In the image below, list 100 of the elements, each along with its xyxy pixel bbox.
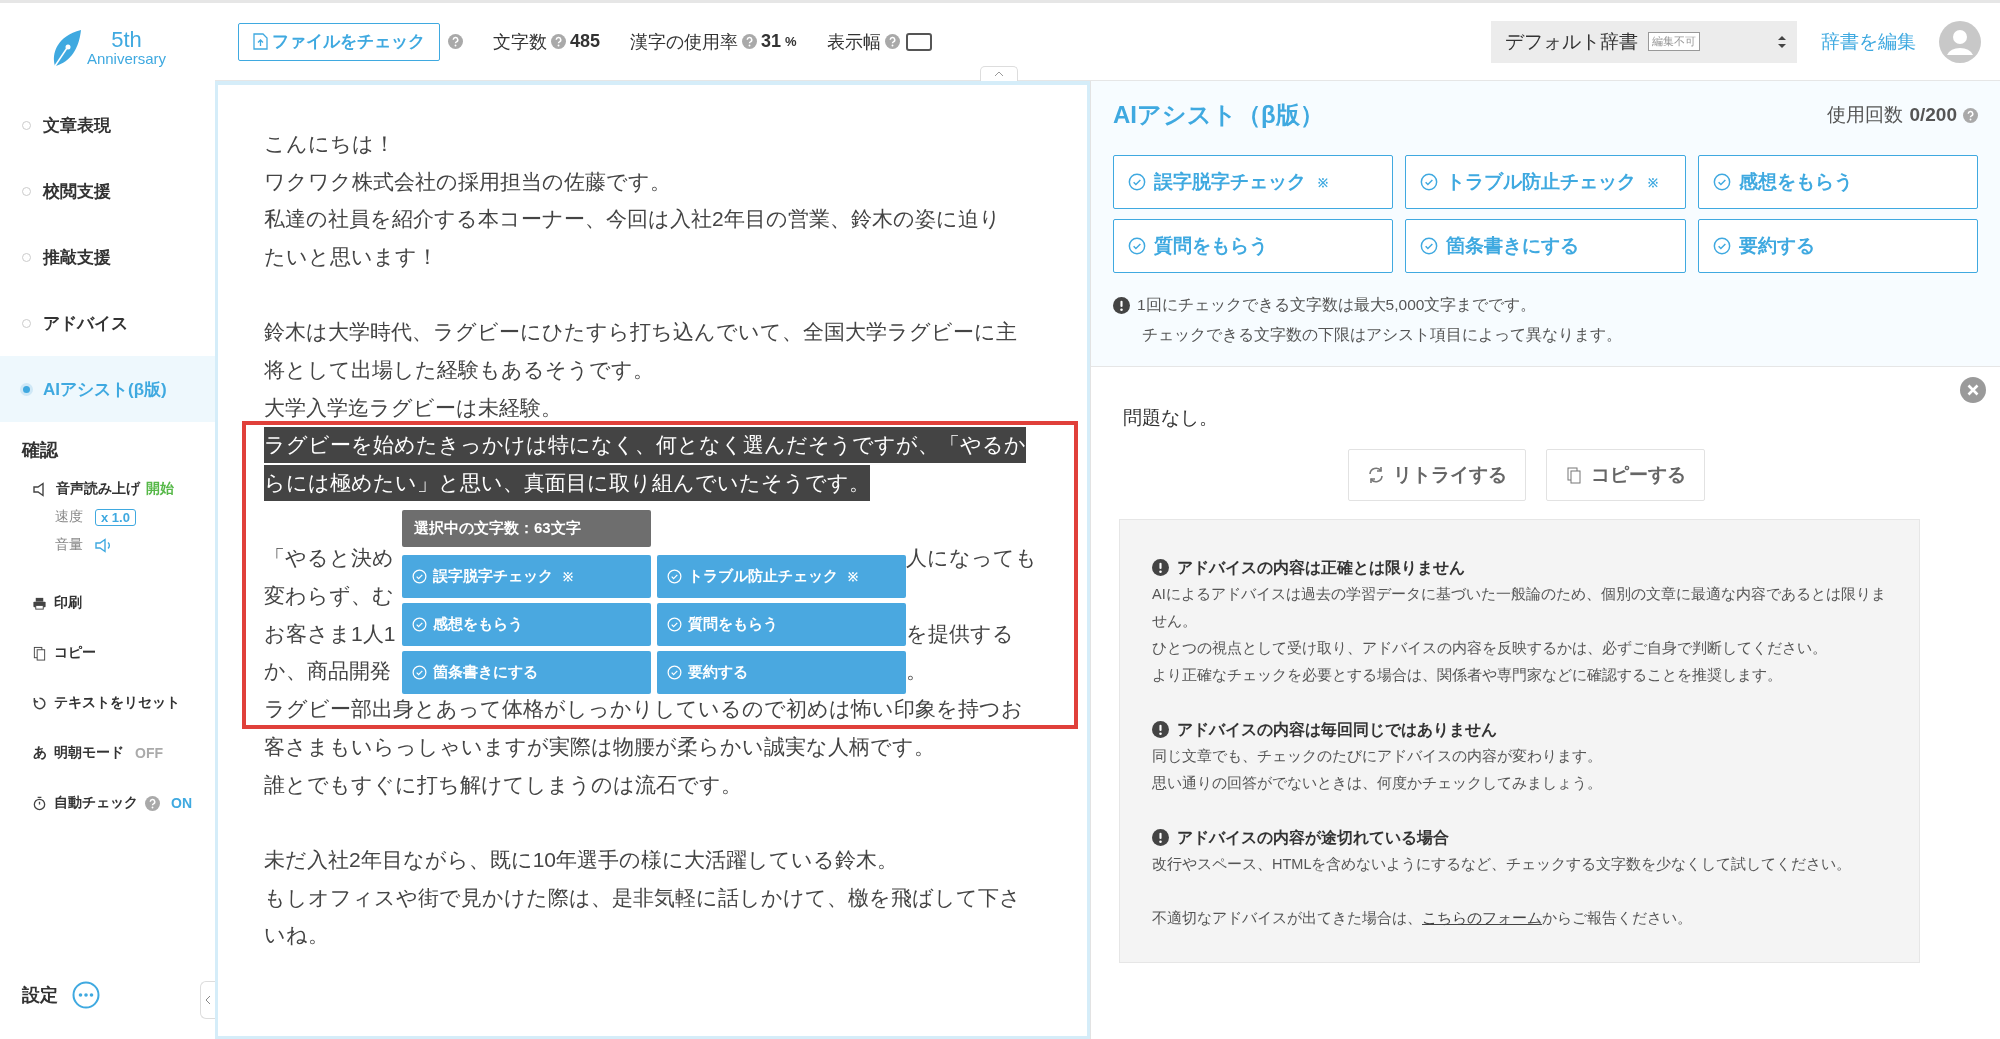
speed-button[interactable]: x 1.0 (95, 508, 136, 526)
help-icon[interactable] (1963, 107, 1978, 123)
check-circle-icon (412, 665, 427, 680)
stat-label: 文字数 (493, 30, 547, 54)
assist-action-button[interactable]: 箇条書きにする (1405, 219, 1686, 273)
help-icon[interactable] (448, 34, 463, 49)
check-circle-icon (667, 617, 682, 632)
copy-icon (1565, 466, 1583, 484)
note-text: 1回にチェックできる文字数は最大5,000文字までです。 (1137, 295, 1537, 315)
help-icon[interactable] (884, 34, 900, 49)
sidebar-item[interactable]: AIアシスト(β版) (0, 356, 215, 422)
collapse-handle[interactable] (200, 981, 215, 1019)
popup-action-button[interactable]: 誤字脱字チェック ※ (402, 555, 651, 598)
help-icon[interactable] (145, 795, 160, 811)
text-line: ラグビー部出身とあって体格がしっかりしているので初めは怖い印象を持つお (264, 696, 1023, 723)
check-circle-icon (1128, 173, 1146, 191)
sidebar-item[interactable]: アドバイス (0, 290, 215, 356)
text-line: 「やると決め (264, 545, 395, 572)
text-line: もしオフィスや街で見かけた際は、是非気軽に話しかけて、檄を飛ばして下さ (264, 884, 1021, 911)
popup-action-button[interactable]: トラブル防止チェック ※ (657, 555, 906, 598)
more-icon[interactable] (72, 981, 100, 1009)
text-line: か、商品開発 (264, 658, 392, 685)
tool-label[interactable]: コピー (54, 644, 96, 662)
check-circle-icon (1128, 237, 1146, 255)
check-circle-icon (1420, 173, 1439, 191)
avatar-icon[interactable] (1938, 19, 1982, 64)
text-line: お客さま1人1 (264, 620, 397, 647)
exclamation-icon (1152, 829, 1169, 846)
assist-action-button[interactable]: 感想をもらう (1697, 155, 1978, 209)
file-check-button[interactable]: ファイルをチェック (238, 22, 440, 61)
selected-text: らには極めたい」と思い、真面目に取り組んでいたそうです。 (264, 465, 870, 502)
speed-label: 速度 (55, 508, 83, 526)
mode-glyph: あ (32, 744, 47, 762)
text-line: 未だ入社2年目ながら、既に10年選手の様に大活躍している鈴木。 (264, 846, 899, 873)
width-toggle[interactable] (905, 32, 932, 51)
text-line: 鈴木は大学時代、ラグビーにひたすら打ち込んでいて、全国大学ラグビーに主 (264, 319, 1017, 346)
tool-label[interactable]: 印刷 (54, 594, 82, 612)
stat-label: 漢字の使用率 (630, 30, 739, 54)
copy-icon (32, 645, 47, 661)
exclamation-icon (1152, 559, 1169, 576)
check-circle-icon (1712, 237, 1731, 255)
popup-action-button[interactable]: 要約する (657, 651, 906, 694)
exclamation-icon (1113, 297, 1130, 314)
caution-text: 思い通りの回答がでないときは、何度かチェックしてみましょう。 (1152, 774, 1603, 793)
text-line: 客さまもいらっしゃいますが実際は物腰が柔らかい誠実な人柄です。 (264, 733, 935, 760)
retry-button[interactable]: リトライする (1348, 449, 1526, 501)
usage-label: 使用回数 (1827, 103, 1904, 127)
text-editor[interactable] (215, 81, 1090, 1039)
sidebar-item[interactable]: 文章表現 (0, 92, 215, 158)
copy-button[interactable]: コピーする (1546, 449, 1705, 501)
updown-icon (1777, 33, 1787, 50)
sidebar-item[interactable]: 校閲支援 (0, 158, 215, 224)
dictionary-select[interactable]: デフォルト辞書 編集不可 (1491, 20, 1797, 63)
help-icon[interactable] (742, 34, 758, 49)
logo-word: Anniversary (86, 51, 167, 66)
text-line: 人になっても (906, 545, 1038, 572)
sidebar-item[interactable]: 推敲支援 (0, 224, 215, 290)
assist-action-button[interactable]: 要約する (1697, 219, 1978, 273)
selection-count: 選択中の文字数：63文字 (402, 510, 651, 547)
assist-action-button[interactable]: 誤字脱字チェック ※ (1113, 155, 1394, 209)
text-line: 誰とでもすぐに打ち解けてしまうのは流石です。 (264, 771, 742, 798)
text-line: 変わらず、む (264, 583, 395, 610)
edit-dictionary-link[interactable]: 辞書を編集 (1821, 28, 1916, 55)
collapse-tab[interactable] (980, 66, 1018, 81)
stat-value: 31 (761, 31, 782, 52)
reset-icon (32, 695, 47, 711)
close-icon[interactable] (1960, 377, 1986, 403)
tool-label[interactable]: テキストをリセット (54, 694, 180, 712)
assist-action-button[interactable]: 質問をもらう (1113, 219, 1394, 273)
text-line: いね。 (264, 922, 329, 949)
tool-state[interactable]: OFF (135, 745, 163, 761)
stat-value: 485 (570, 31, 601, 52)
report-form-link[interactable]: こちらのフォーム (1422, 910, 1542, 926)
text-line: 将として出場した経験もあるそうです。 (264, 356, 654, 383)
speech-start-link[interactable]: 開始 (146, 480, 174, 498)
text-line: 。 (906, 658, 928, 685)
help-icon[interactable] (551, 34, 566, 49)
popup-action-button[interactable]: 感想をもらう (402, 603, 651, 646)
text-line: 大学入学迄ラグビーは未経験。 (264, 394, 562, 421)
tool-label[interactable]: 明朝モード (54, 744, 124, 762)
volume-icon[interactable] (95, 537, 113, 553)
readonly-badge: 編集不可 (1648, 32, 1700, 51)
file-upload-icon (253, 33, 268, 50)
retry-icon (1367, 466, 1385, 484)
text-line: たいと思います！ (264, 243, 438, 270)
caution-title: アドバイスの内容が途切れている場合 (1177, 828, 1449, 848)
chevron-left-icon (205, 995, 211, 1005)
logo-edition: 5th (111, 29, 142, 51)
caution-text: ひとつの視点として受け取り、アドバイスの内容を反映するかは、必ずご自身で判断してください。 (1152, 639, 1828, 658)
speech-label: 音声読み上げ (56, 480, 140, 498)
stopwatch-icon (32, 795, 47, 811)
check-circle-icon (412, 617, 427, 632)
note-text: チェックできる文字数の下限はアシスト項目によって異なります。 (1142, 325, 1622, 345)
tool-state[interactable]: ON (171, 795, 192, 811)
caution-title: アドバイスの内容は正確とは限りません (1177, 558, 1465, 578)
assist-action-button[interactable]: トラブル防止チェック ※ (1405, 155, 1686, 209)
tool-label[interactable]: 自動チェック (54, 794, 138, 812)
caution-text: より正確なチェックを必要とする場合は、関係者や専門家などに確認することを推奨します。 (1152, 666, 1783, 685)
popup-action-button[interactable]: 箇条書きにする (402, 651, 651, 694)
popup-action-button[interactable]: 質問をもらう (657, 603, 906, 646)
